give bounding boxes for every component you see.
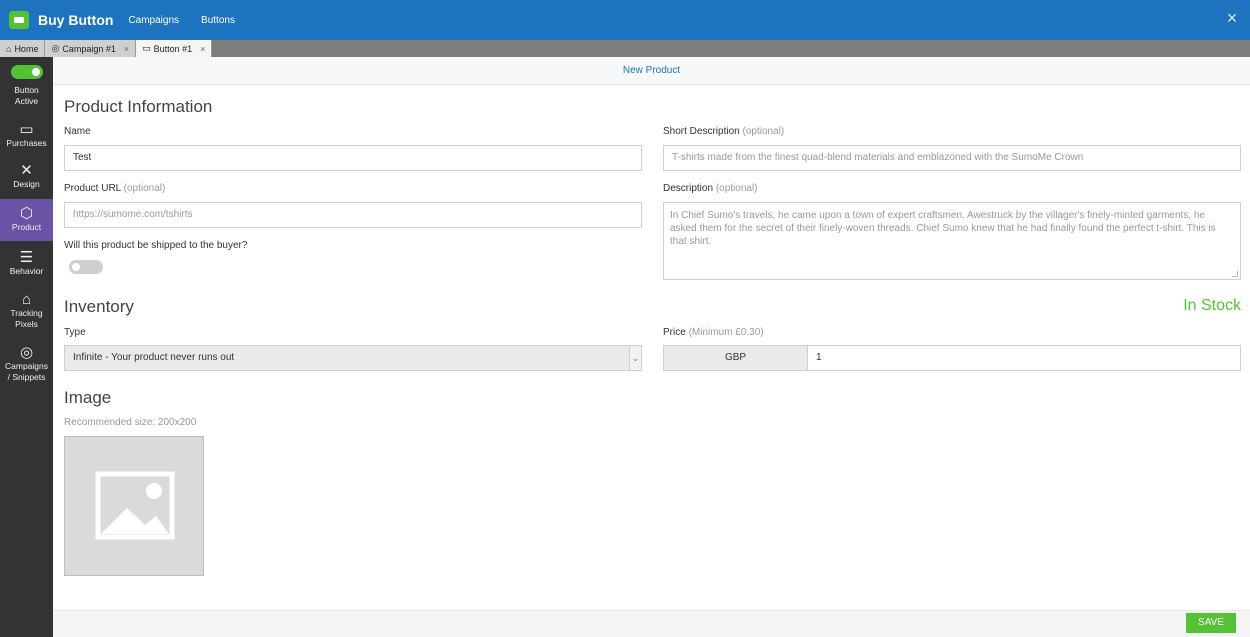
currency-selector[interactable]: GBP: [663, 345, 808, 371]
image-heading: Image: [64, 388, 112, 407]
product-information-heading: Product Information: [64, 97, 213, 116]
sidebar-item-label: Purchases: [6, 138, 47, 148]
tab-close-icon[interactable]: ×: [200, 44, 205, 54]
resize-handle-icon[interactable]: [1232, 271, 1238, 277]
tab-close-icon[interactable]: ×: [124, 44, 129, 54]
app-title: Buy Button: [38, 12, 114, 28]
sidebar-item-label: Product: [11, 222, 42, 232]
price-minimum-note: (Minimum £0.30): [688, 327, 764, 338]
price-label: Price (Minimum £0.30): [663, 327, 764, 338]
name-input[interactable]: Test: [64, 145, 642, 171]
description-label-text: Description: [663, 183, 714, 194]
product-image-upload[interactable]: [64, 436, 204, 576]
box-icon: ⬡: [19, 205, 34, 222]
recommended-size-note: Recommended size: 200x200: [64, 417, 197, 428]
tab-home[interactable]: ⌂ Home: [0, 40, 46, 57]
short-description-label-text: Short Description: [663, 126, 740, 137]
sidebar-item-label: Design: [13, 179, 40, 189]
page-title: New Product: [53, 57, 1250, 85]
tab-button-1[interactable]: ▭ Button #1 ×: [136, 40, 213, 57]
description-placeholder: In Chief Sumo's travels, he came upon a …: [670, 210, 1216, 247]
sliders-icon: ☰: [19, 249, 34, 266]
close-icon[interactable]: ×: [1224, 9, 1240, 27]
product-url-label-text: Product URL: [64, 183, 121, 194]
sidebar-item-button-active[interactable]: Button Active: [0, 57, 53, 119]
nav-buttons[interactable]: Buttons: [201, 15, 235, 26]
sidebar-item-campaigns-snippets[interactable]: ◎ Campaigns / Snippets: [0, 340, 53, 390]
shipping-toggle[interactable]: [69, 260, 103, 274]
short-description-input[interactable]: T-shirts made from the finest quad-blend…: [663, 145, 1241, 171]
sidebar-item-label: Tracking: [10, 308, 43, 318]
sidebar-item-behavior[interactable]: ☰ Behavior: [0, 241, 53, 285]
footer-bar: [53, 610, 1250, 637]
sidebar-item-product[interactable]: ⬡ Product: [0, 199, 53, 241]
shipping-question-label: Will this product be shipped to the buye…: [64, 240, 248, 251]
description-label: Description (optional): [663, 183, 758, 194]
inventory-type-value: Infinite - Your product never runs out: [73, 352, 235, 363]
ghost-icon: ⌂: [21, 291, 32, 308]
target-icon: ◎: [19, 344, 34, 361]
home-icon: ⌂: [6, 43, 12, 54]
type-label: Type: [64, 327, 86, 338]
inventory-heading: Inventory: [64, 297, 134, 316]
target-icon: ◎: [51, 43, 60, 53]
tab-label: Home: [14, 43, 39, 54]
sidebar-item-label: Campaigns: [5, 361, 48, 371]
button-active-toggle[interactable]: [10, 65, 43, 79]
sidebar-item-design[interactable]: ✕ Design: [0, 157, 53, 199]
tab-label: Button #1: [153, 43, 193, 54]
product-url-label: Product URL (optional): [64, 183, 165, 194]
price-label-text: Price: [663, 327, 686, 338]
nav-campaigns[interactable]: Campaigns: [128, 15, 179, 26]
money-icon: ▭: [19, 121, 34, 138]
sidebar-item-purchases[interactable]: ▭ Purchases: [0, 119, 53, 157]
tab-label: Campaign #1: [62, 43, 116, 54]
sidebar: Button Active ▭ Purchases ✕ Design ⬡ Pro…: [0, 57, 53, 637]
tab-strip: ⌂ Home ◎ Campaign #1 × ▭ Button #1 ×: [0, 40, 1250, 57]
name-label: Name: [64, 126, 91, 137]
design-tools-icon: ✕: [20, 162, 33, 179]
short-description-label: Short Description (optional): [663, 126, 784, 137]
buy-button-logo-icon: [9, 11, 29, 29]
tab-campaign-1[interactable]: ◎ Campaign #1 ×: [45, 40, 137, 57]
save-button[interactable]: SAVE: [1186, 613, 1236, 633]
sidebar-item-label: Behavior: [9, 266, 44, 276]
optional-tag: (optional): [715, 183, 758, 194]
chevron-down-icon[interactable]: ⌄: [629, 346, 641, 370]
image-placeholder-icon: [95, 471, 175, 540]
price-input[interactable]: 1: [808, 345, 1241, 371]
optional-tag: (optional): [123, 183, 166, 194]
stock-status-badge: In Stock: [1183, 297, 1241, 314]
product-url-input[interactable]: https://sumome.com/tshirts: [64, 202, 642, 228]
app-header: Buy Button Campaigns Buttons ×: [0, 0, 1250, 40]
description-textarea[interactable]: In Chief Sumo's travels, he came upon a …: [663, 202, 1241, 280]
sidebar-item-label: / Snippets: [7, 372, 46, 382]
sidebar-item-label: Pixels: [15, 319, 38, 329]
button-icon: ▭: [142, 43, 151, 53]
sidebar-item-label: Active: [14, 96, 39, 106]
sidebar-item-tracking-pixels[interactable]: ⌂ Tracking Pixels: [0, 285, 53, 340]
main-panel: New Product Product Information Name Tes…: [53, 57, 1250, 637]
sidebar-item-label: Button: [14, 85, 39, 95]
inventory-type-select[interactable]: Infinite - Your product never runs out ⌄: [64, 345, 642, 371]
optional-tag: (optional): [742, 126, 785, 137]
